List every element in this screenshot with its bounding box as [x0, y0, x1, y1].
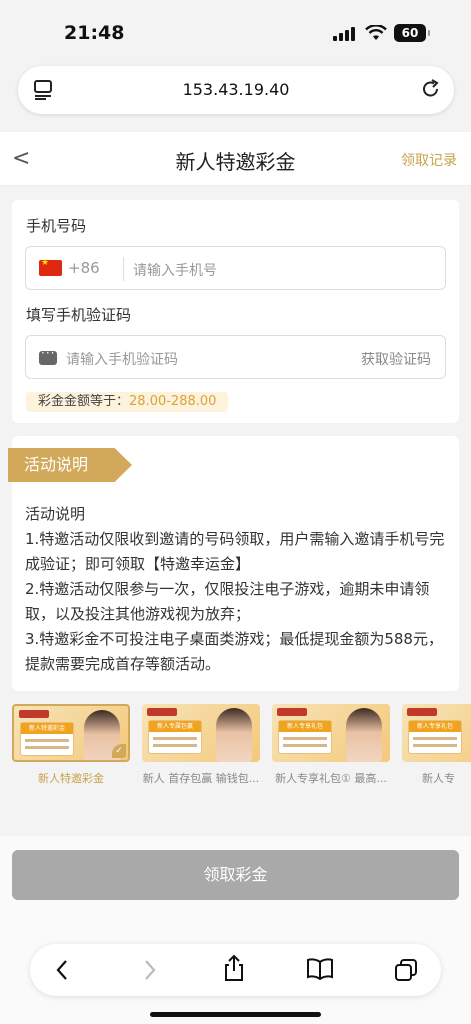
promo-image[interactable]: 新人专享礼包 [272, 704, 390, 762]
model-image [346, 708, 382, 762]
promo-label[interactable]: 新人专享礼包① 最高... [272, 770, 390, 786]
promo-card-line [153, 737, 197, 740]
promo-card-line [283, 737, 327, 740]
home-indicator [150, 1012, 321, 1017]
phone-input[interactable]: 请输入手机号 [133, 260, 217, 280]
bottom-area: 领取彩金 [0, 836, 471, 1024]
battery-indicator: 60 [394, 24, 430, 42]
amount-label: 彩金金额等于： [38, 394, 130, 409]
url-text[interactable]: 153.43.19.40 [18, 80, 454, 99]
promo-card-line [413, 744, 457, 747]
promo-label[interactable]: 新人特邀彩金 [12, 770, 130, 786]
field-divider [123, 257, 124, 281]
promo-card-title: 新人专享礼包 [279, 721, 331, 732]
promo-banner[interactable]: 新人专享礼包 新人专 [402, 704, 471, 786]
amount-range: 28.00-288.00 [129, 394, 217, 409]
status-bar: 21:48 60 [0, 0, 471, 66]
promo-card-title: 新人专属包赢 [149, 721, 201, 732]
phone-field[interactable]: +86 请输入手机号 [25, 246, 446, 290]
promo-card-line [25, 739, 69, 742]
promo-image[interactable]: 新人特邀彩金 ✓ [12, 704, 130, 762]
promo-label[interactable]: 新人专 [402, 770, 471, 786]
address-bar[interactable]: 153.43.19.40 [18, 66, 454, 114]
activity-card: 活动说明 活动说明 1.特邀活动仅限收到邀请的号码领取，用户需输入邀请手机号完成… [8, 436, 459, 691]
forward-icon[interactable] [142, 958, 158, 982]
brand-logo-icon [277, 708, 307, 716]
reload-icon[interactable] [420, 78, 442, 100]
status-time: 21:48 [64, 22, 125, 44]
code-input[interactable]: 请输入手机验证码 [66, 349, 178, 369]
message-icon [39, 346, 57, 365]
code-field[interactable]: 请输入手机验证码 获取验证码 [25, 335, 446, 379]
bookmarks-icon[interactable] [307, 958, 333, 980]
check-icon: ✓ [112, 744, 126, 758]
share-icon[interactable] [223, 954, 245, 982]
code-label: 填写手机验证码 [26, 306, 132, 324]
country-code[interactable]: +86 [68, 259, 100, 277]
activity-ribbon: 活动说明 [8, 448, 132, 482]
browser-toolbar [30, 944, 441, 996]
brand-logo-icon [19, 710, 49, 718]
promo-image[interactable]: 新人专属包赢 [142, 704, 260, 762]
tabs-icon[interactable] [394, 958, 418, 982]
form-card: 手机号码 +86 请输入手机号 填写手机验证码 请输入手机验证码 获取验证码 彩… [12, 200, 459, 423]
activity-text: 活动说明 1.特邀活动仅限收到邀请的号码领取，用户需输入邀请手机号完成验证；即可… [25, 505, 445, 673]
promo-label[interactable]: 新人 首存包赢 输钱包... [142, 770, 260, 786]
promo-card: 新人专享礼包 [278, 720, 332, 754]
claim-button[interactable]: 领取彩金 [12, 850, 459, 900]
promo-card-title: 新人特邀彩金 [21, 723, 73, 734]
brand-logo-icon [407, 708, 437, 716]
promo-card: 新人专享礼包 [408, 720, 462, 754]
promo-card: 新人专属包赢 [148, 720, 202, 754]
signal-icon [333, 27, 355, 41]
promo-image[interactable]: 新人专享礼包 [402, 704, 471, 762]
get-code-button[interactable]: 获取验证码 [361, 349, 431, 369]
nav-header: < 新人特邀彩金 领取记录 [0, 132, 471, 186]
china-flag-icon [39, 258, 62, 276]
record-link[interactable]: 领取记录 [401, 150, 457, 170]
promo-card-line [283, 744, 327, 747]
promo-card-line [153, 744, 197, 747]
promo-banner[interactable]: 新人专属包赢 新人 首存包赢 输钱包... [142, 704, 260, 786]
wifi-icon [365, 25, 387, 40]
promo-strip[interactable]: 新人特邀彩金 ✓ 新人特邀彩金 新人专属包赢 新人 首存包赢 输钱包... 新人… [0, 700, 471, 790]
promo-card-title: 新人专享礼包 [409, 721, 461, 732]
promo-banner[interactable]: 新人专享礼包 新人专享礼包① 最高... [272, 704, 390, 786]
back-icon[interactable] [54, 958, 70, 982]
phone-label: 手机号码 [26, 217, 87, 235]
brand-logo-icon [147, 708, 177, 716]
promo-card: 新人特邀彩金 [20, 722, 74, 756]
promo-banner[interactable]: 新人特邀彩金 ✓ 新人特邀彩金 [12, 704, 130, 786]
model-image [216, 708, 252, 762]
promo-card-line [25, 746, 69, 749]
amount-tag: 彩金金额等于：28.00-288.00 [26, 392, 229, 412]
promo-card-line [413, 737, 457, 740]
